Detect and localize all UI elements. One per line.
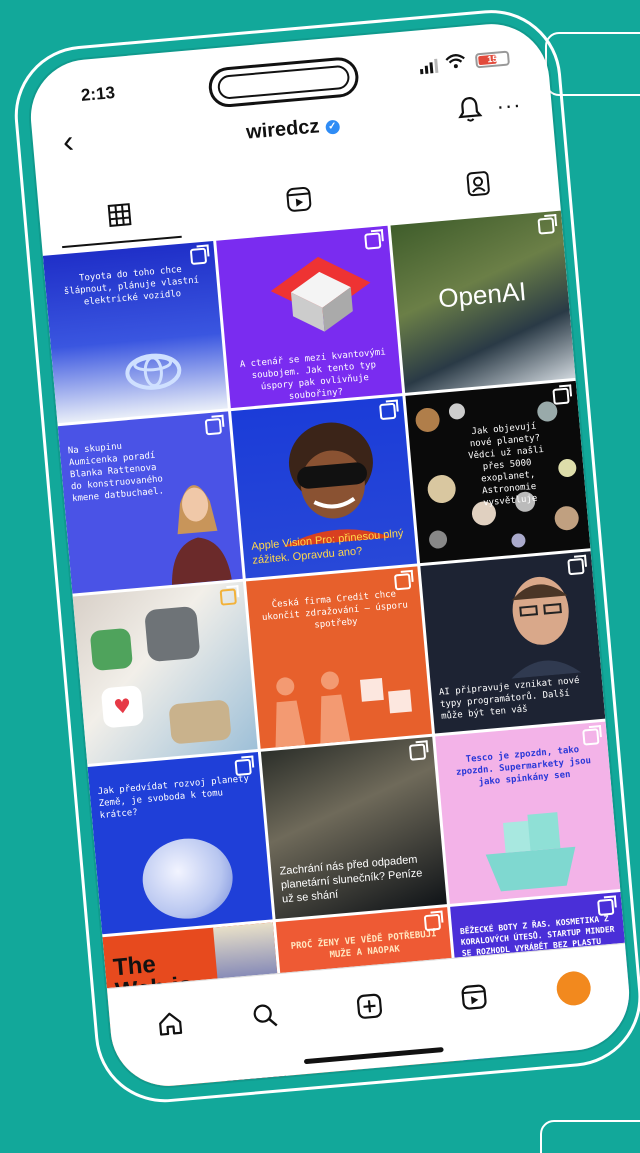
post-caption: Jak předvídat rozvoj planety Země, je sv… (97, 773, 250, 822)
post-caption: Zachrání nás před odpadem planetární slu… (279, 853, 423, 906)
plus-square-icon (356, 993, 382, 1019)
post-tile[interactable]: Toyota do toho chce šlápnout, plánuje vl… (42, 240, 229, 424)
grid-icon (107, 203, 132, 227)
bell-icon[interactable] (457, 95, 483, 123)
username-text: wiredcz (245, 115, 321, 144)
carousel-icon (408, 743, 426, 761)
carousel-icon (234, 758, 253, 777)
signal-icon (419, 58, 439, 75)
carousel-icon (582, 728, 600, 746)
post-tile[interactable]: Apple Vision Pro: přinesou plný zážitek.… (231, 396, 417, 579)
post-tile[interactable]: OpenAI (390, 210, 576, 393)
post-tile[interactable]: Jak předvídat rozvoj planety Země, je sv… (87, 752, 273, 935)
earth-globe-image (139, 834, 236, 923)
post-tile[interactable]: Česká firma Credit chce ukončit zdražová… (246, 566, 432, 749)
post-tile[interactable]: Zachrání nás před odpadem planetární slu… (261, 736, 447, 920)
post-tile[interactable]: A ctenář se mezi kvantovými soubojem. Ja… (216, 225, 402, 409)
tab-reels[interactable] (277, 178, 320, 221)
nav-profile[interactable] (552, 967, 595, 1010)
nav-create[interactable] (348, 985, 391, 1028)
post-caption: Česká firma Credit chce ukončit zdražová… (261, 589, 409, 631)
carousel-icon (393, 573, 411, 591)
battery-icon: 15 (474, 50, 511, 69)
post-caption: PROČ ŽENY VE VĚDĚ POTŘEBUJÍ MUŽE A NAOPA… (290, 929, 438, 961)
portrait-image (172, 485, 233, 585)
tagged-icon (466, 171, 490, 197)
post-tile[interactable]: Tesco je zpozdn, tako zpozdn. Supermarke… (434, 721, 621, 904)
reels-icon (286, 186, 312, 212)
phone-screen: 2:13 15 ‹ wiredcz ✓ ··· Toyota do toho c… (26, 19, 634, 1091)
post-tile[interactable]: Na skupinu Aumicenka poradí Blanka Ratte… (57, 411, 244, 594)
programmer-photo-image (511, 576, 582, 679)
dynamic-island (207, 55, 361, 109)
post-tile[interactable]: Jak objevují nové planety? Vědci už našl… (405, 380, 591, 564)
status-time: 2:13 (80, 83, 116, 105)
tab-tagged[interactable] (457, 162, 500, 205)
post-tile[interactable]: ♥ (72, 581, 258, 764)
nav-reels[interactable] (452, 975, 495, 1018)
carousel-icon (597, 898, 615, 916)
post-caption: Toyota do toho chce šlápnout, plánuje vl… (63, 264, 200, 308)
nav-search[interactable] (243, 994, 286, 1037)
carousel-icon (423, 913, 441, 932)
carousel-icon (190, 247, 208, 265)
decorative-frame-bottom-right (540, 1120, 640, 1153)
illustration-people-image (275, 671, 413, 748)
home-icon (159, 1012, 183, 1036)
carousel-icon (537, 217, 555, 235)
reels-icon (461, 984, 487, 1010)
post-caption: AI připravuje vznikat nové typy programá… (438, 675, 580, 722)
post-caption: Tesco je zpozdn, tako zpozdn. Supermarke… (455, 745, 592, 788)
scene: 2:13 15 ‹ wiredcz ✓ ··· Toyota do toho c… (0, 0, 640, 1153)
toyota-logo-image (125, 353, 182, 390)
avatar (555, 969, 593, 1007)
phone: 2:13 15 ‹ wiredcz ✓ ··· Toyota do toho c… (8, 4, 640, 1109)
battery-level: 15 (486, 53, 498, 65)
shopping-basket-image (485, 812, 576, 892)
nav-home[interactable] (149, 1002, 192, 1045)
app-icons-image: ♥ (84, 597, 247, 760)
post-caption: Jak objevují nové planety? Vědci už našl… (467, 421, 545, 509)
more-options-icon[interactable]: ··· (495, 92, 522, 120)
wifi-icon (445, 54, 465, 69)
home-indicator (303, 1046, 444, 1065)
verified-badge-icon: ✓ (324, 119, 340, 135)
search-icon (253, 1004, 278, 1027)
post-caption: OpenAI (436, 275, 528, 314)
carousel-icon (205, 417, 223, 436)
tab-posts-grid[interactable] (98, 193, 141, 236)
post-caption: Na skupinu Aumicenka poradí Blanka Ratte… (67, 441, 165, 505)
post-tile[interactable]: AI připravuje vznikat nové typy programá… (419, 551, 606, 734)
quantum-cube-image (271, 256, 371, 332)
